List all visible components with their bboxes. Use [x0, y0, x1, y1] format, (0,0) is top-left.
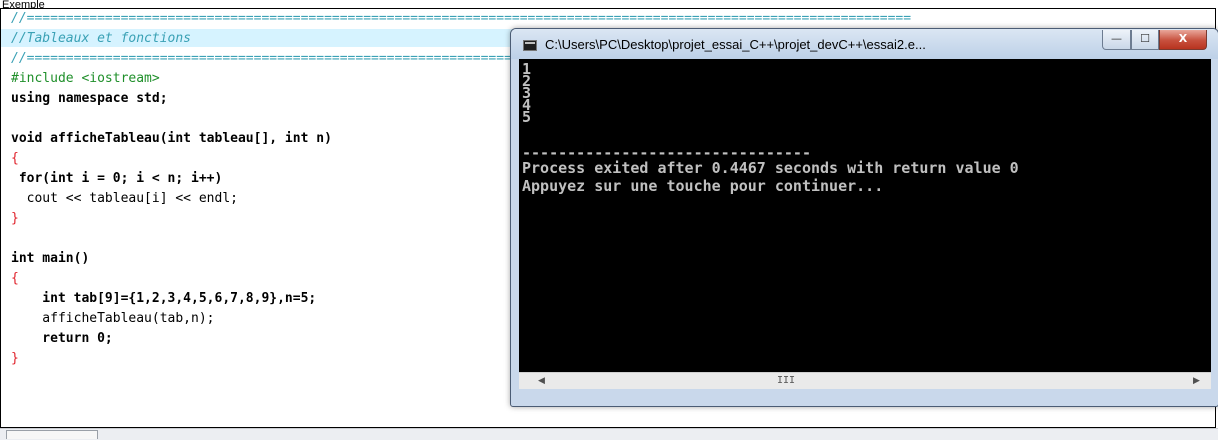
code-line-16: afficheTableau(tab,n); [11, 309, 215, 329]
code-line-18-text: } [11, 351, 19, 366]
code-line-2: //Tableaux et fonctions [11, 29, 191, 49]
close-button[interactable]: X [1159, 30, 1207, 50]
console-titlebar[interactable]: C:\Users\PC\Desktop\projet_essai_C++\pro… [511, 29, 1218, 59]
code-line-13: int main() [11, 249, 89, 269]
code-line-2-text: //Tableaux et fonctions [11, 31, 192, 46]
horizontal-scrollbar[interactable]: ◀ III ▶ [519, 372, 1211, 389]
console-output-line-5: 5 [522, 108, 532, 126]
code-line-18: } [11, 349, 19, 369]
close-icon: X [1178, 32, 1188, 45]
scroll-left-icon[interactable]: ◀ [533, 373, 550, 389]
minimize-button[interactable]: — [1102, 30, 1131, 50]
scroll-thumb-grip[interactable]: III [777, 375, 795, 387]
code-line-14-text: { [11, 271, 19, 286]
code-line-10-text: cout << tableau[i] << endl; [11, 191, 238, 206]
console-window-title: C:\Users\PC\Desktop\projet_essai_C++\pro… [545, 37, 926, 52]
code-line-1-text: //======================================… [11, 11, 912, 26]
code-line-5: using namespace std; [11, 89, 168, 109]
code-line-9: for(int i = 0; i < n; i++) [11, 169, 223, 189]
editor-bottom-panel [0, 428, 1218, 440]
code-line-1: //======================================… [11, 9, 911, 29]
console-prompt-line: Appuyez sur une touche pour continuer... [522, 177, 884, 195]
scroll-right-icon[interactable]: ▶ [1188, 373, 1205, 389]
maximize-button[interactable]: ☐ [1131, 30, 1159, 50]
code-line-7-text: void afficheTableau(int tableau[], int n… [11, 131, 332, 146]
console-output[interactable]: 1 2 3 4 5 ------------------------------… [519, 59, 1211, 372]
bottom-tab[interactable] [6, 430, 98, 439]
code-line-7: void afficheTableau(int tableau[], int n… [11, 129, 332, 149]
code-line-16-text: afficheTableau(tab,n); [11, 311, 215, 326]
code-line-17-text: return 0; [11, 331, 113, 346]
code-line-11: } [11, 209, 19, 229]
console-status-line: Process exited after 0.4467 seconds with… [522, 159, 1019, 177]
code-line-15: int tab[9]={1,2,3,4,5,6,7,8,9},n=5; [11, 289, 316, 309]
code-line-13-text: int main() [11, 251, 90, 266]
code-line-11-text: } [11, 211, 19, 226]
code-line-14: { [11, 269, 19, 289]
code-line-4: #include <iostream> [11, 69, 160, 89]
code-line-15-text: int tab[9]={1,2,3,4,5,6,7,8,9},n=5; [11, 291, 317, 306]
code-line-9-text: for(int i = 0; i < n; i++) [11, 171, 223, 186]
console-window[interactable]: C:\Users\PC\Desktop\projet_essai_C++\pro… [510, 28, 1218, 407]
console-separator: -------------------------------- [522, 144, 811, 162]
code-line-17: return 0; [11, 329, 113, 349]
code-line-8: { [11, 149, 19, 169]
code-line-8-text: { [11, 151, 19, 166]
console-app-icon [523, 40, 537, 51]
code-line-10: cout << tableau[i] << endl; [11, 189, 238, 209]
code-line-4-text: #include <iostream> [11, 71, 160, 86]
code-line-5-text: using namespace std; [11, 91, 168, 106]
